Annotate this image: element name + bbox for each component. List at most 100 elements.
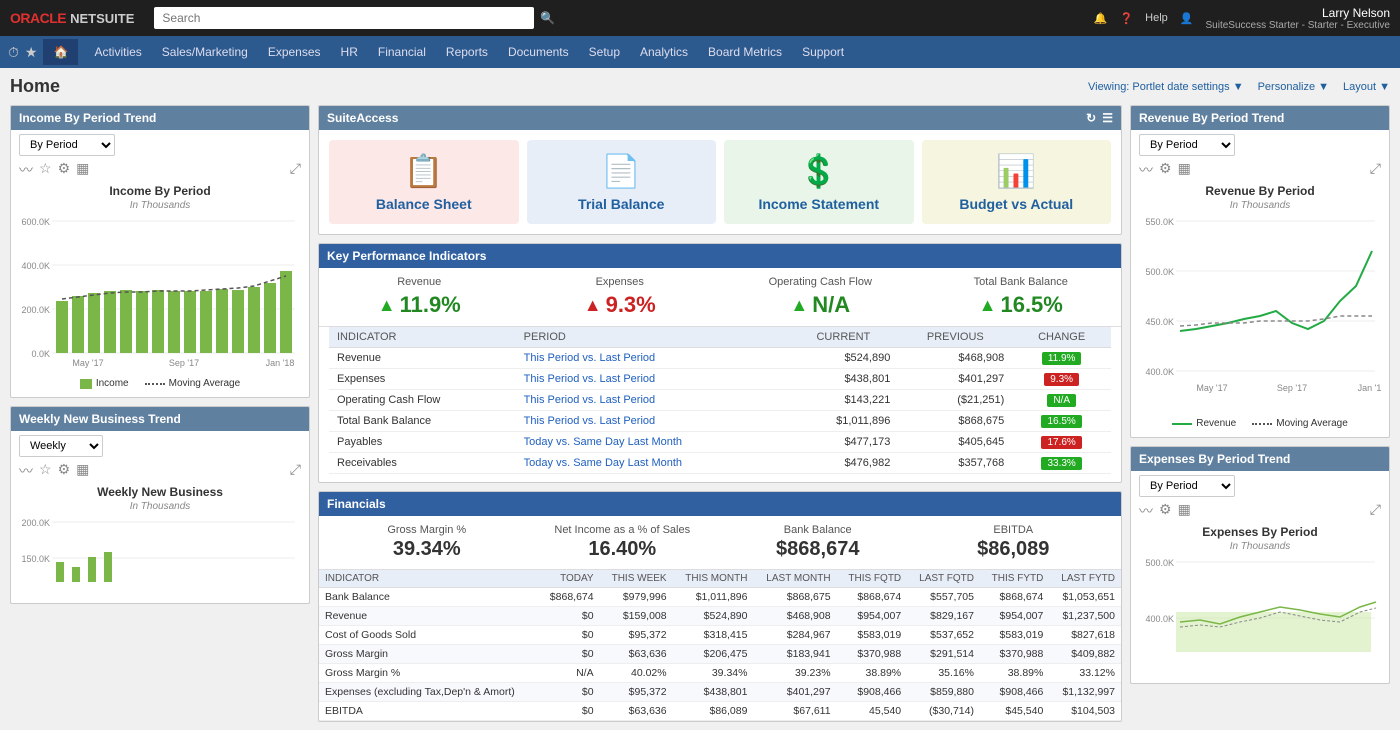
- viewing-portlet-settings[interactable]: Viewing: Portlet date settings ▼: [1088, 81, 1244, 93]
- bank-balance-pct: 16.5%: [1000, 292, 1062, 318]
- rev-icon-filter[interactable]: ⚙: [1159, 160, 1172, 180]
- menu-icon[interactable]: ☰: [1102, 111, 1113, 125]
- fin-row-revenue: Revenue: [319, 607, 539, 626]
- nav-analytics[interactable]: Analytics: [630, 39, 698, 65]
- suite-card-budget-vs-actual[interactable]: 📊 Budget vs Actual: [922, 140, 1112, 224]
- svg-text:200.0K: 200.0K: [21, 305, 50, 315]
- search-input[interactable]: [154, 7, 534, 29]
- weekly-trend-header: Weekly New Business Trend: [11, 407, 309, 431]
- fin-gmpct-lfytd: 33.12%: [1049, 664, 1121, 683]
- fin-exp-lfqtd: $859,880: [907, 683, 980, 702]
- fin-gm-month: $206,475: [673, 645, 754, 664]
- row-cashflow-indicator: Operating Cash Flow: [329, 390, 516, 411]
- nav-board-metrics[interactable]: Board Metrics: [698, 39, 792, 65]
- chart-icon-star[interactable]: ☆: [39, 160, 52, 180]
- row-receivables-current: $476,982: [788, 453, 898, 474]
- nav-setup[interactable]: Setup: [579, 39, 630, 65]
- refresh-icon[interactable]: ↻: [1086, 111, 1096, 125]
- fin-gmpct-fqtd: 38.89%: [837, 664, 908, 683]
- search-icon[interactable]: 🔍: [540, 11, 555, 25]
- home-icon[interactable]: 🏠: [43, 39, 78, 65]
- exp-icon-bar[interactable]: ▦: [1178, 501, 1191, 521]
- kpi-col-indicator: INDICATOR: [329, 327, 516, 348]
- expenses-dropdown[interactable]: By Period: [1139, 475, 1235, 497]
- suite-card-balance-sheet[interactable]: 📋 Balance Sheet: [329, 140, 519, 224]
- row-receivables-indicator: Receivables: [329, 453, 516, 474]
- fin-cogs-fytd: $583,019: [980, 626, 1049, 645]
- weekly-icon-filter[interactable]: ⚙: [58, 461, 71, 481]
- weekly-icon-line[interactable]: 〰: [19, 461, 33, 481]
- user-icon[interactable]: 👤: [1180, 12, 1194, 25]
- rev-icon-expand[interactable]: ⤢: [1370, 160, 1381, 180]
- favorites-icon[interactable]: ★: [25, 44, 38, 61]
- help-icon[interactable]: ❓: [1119, 12, 1133, 25]
- expenses-trend-header: Expenses By Period Trend: [1131, 447, 1389, 471]
- exp-icon-expand[interactable]: ⤢: [1370, 501, 1381, 521]
- financials-table: INDICATOR TODAY THIS WEEK THIS MONTH LAS…: [319, 570, 1121, 721]
- weekly-icon-expand[interactable]: ⤢: [290, 461, 301, 481]
- fin-row-cogs: Cost of Goods Sold: [319, 626, 539, 645]
- svg-text:Jan '18: Jan '18: [266, 358, 295, 368]
- chart-icon-line[interactable]: 〰: [19, 160, 33, 180]
- layout-button[interactable]: Layout ▼: [1343, 81, 1390, 93]
- nav-expenses[interactable]: Expenses: [258, 39, 331, 65]
- income-chart-subtitle: In Thousands: [19, 200, 301, 211]
- fin-rev-month: $524,890: [673, 607, 754, 626]
- row-bankbal-period[interactable]: This Period vs. Last Period: [516, 411, 789, 432]
- revenue-trend-header: Revenue By Period Trend: [1131, 106, 1389, 130]
- weekly-icon-bar[interactable]: ▦: [76, 461, 89, 481]
- chart-icon-expand[interactable]: ⤢: [290, 160, 301, 180]
- svg-text:Sep '17: Sep '17: [1277, 383, 1307, 393]
- notifications-icon[interactable]: 🔔: [1094, 12, 1108, 25]
- weekly-trend-widget: Weekly New Business Trend Weekly 〰 ☆ ⚙ ▦…: [10, 406, 310, 604]
- table-row: Payables Today vs. Same Day Last Month $…: [329, 432, 1111, 453]
- page-header: Home Viewing: Portlet date settings ▼ Pe…: [10, 76, 1390, 97]
- row-payables-period[interactable]: Today vs. Same Day Last Month: [516, 432, 789, 453]
- revenue-pct: 11.9%: [400, 292, 461, 318]
- nav-support[interactable]: Support: [792, 39, 854, 65]
- budget-vs-actual-title: Budget vs Actual: [930, 196, 1104, 212]
- fin-gmpct-lmonth: 39.23%: [753, 664, 836, 683]
- fin-gm-lfytd: $409,882: [1049, 645, 1121, 664]
- exp-icon-filter[interactable]: ⚙: [1159, 501, 1172, 521]
- rev-icon-line[interactable]: 〰: [1139, 160, 1153, 180]
- income-chart-svg: 600.0K 400.0K 200.0K 0.0K: [19, 211, 301, 371]
- rev-icon-bar[interactable]: ▦: [1178, 160, 1191, 180]
- fin-ebitda-fqtd: 45,540: [837, 702, 908, 721]
- oracle-logo: ORACLE: [10, 10, 66, 26]
- revenue-chart-legend: Revenue Moving Average: [1139, 418, 1381, 429]
- nav-hr[interactable]: HR: [331, 39, 368, 65]
- chart-icon-filter[interactable]: ⚙: [58, 160, 71, 180]
- row-revenue-period[interactable]: This Period vs. Last Period: [516, 348, 789, 369]
- exp-icon-line[interactable]: 〰: [1139, 501, 1153, 521]
- fin-gm-week: $63,636: [600, 645, 673, 664]
- weekly-dropdown[interactable]: Weekly: [19, 435, 103, 457]
- revenue-trend-widget: Revenue By Period Trend By Period 〰 ⚙ ▦ …: [1130, 105, 1390, 438]
- income-trend-dropdown[interactable]: By Period: [19, 134, 115, 156]
- weekly-chart-icons: 〰 ☆ ⚙ ▦ ⤢: [19, 461, 301, 481]
- row-payables-indicator: Payables: [329, 432, 516, 453]
- row-receivables-period[interactable]: Today vs. Same Day Last Month: [516, 453, 789, 474]
- nav-reports[interactable]: Reports: [436, 39, 498, 65]
- nav-financial[interactable]: Financial: [368, 39, 436, 65]
- row-expenses-period[interactable]: This Period vs. Last Period: [516, 369, 789, 390]
- revenue-dropdown[interactable]: By Period: [1139, 134, 1235, 156]
- help-label[interactable]: Help: [1145, 12, 1168, 24]
- personalize-button[interactable]: Personalize ▼: [1258, 81, 1329, 93]
- kpi-revenue-label: Revenue: [327, 276, 512, 288]
- user-role: SuiteSuccess Starter - Starter - Executi…: [1205, 20, 1390, 31]
- svg-text:Jan '18: Jan '18: [1358, 383, 1381, 393]
- nav-documents[interactable]: Documents: [498, 39, 579, 65]
- nav-sales[interactable]: Sales/Marketing: [152, 39, 258, 65]
- weekly-icon-star[interactable]: ☆: [39, 461, 52, 481]
- table-row: Gross Margin $0 $63,636 $206,475 $183,94…: [319, 645, 1121, 664]
- suite-card-trial-balance[interactable]: 📄 Trial Balance: [527, 140, 717, 224]
- fin-cogs-today: $0: [539, 626, 600, 645]
- row-cashflow-period[interactable]: This Period vs. Last Period: [516, 390, 789, 411]
- row-payables-change: 17.6%: [1012, 432, 1111, 453]
- nav-activities[interactable]: Activities: [84, 39, 151, 65]
- suite-card-income-statement[interactable]: 💲 Income Statement: [724, 140, 914, 224]
- chart-icon-bar[interactable]: ▦: [76, 160, 89, 180]
- fin-bank-lfqtd: $557,705: [907, 588, 980, 607]
- home-history-icon[interactable]: ⏱: [8, 44, 19, 61]
